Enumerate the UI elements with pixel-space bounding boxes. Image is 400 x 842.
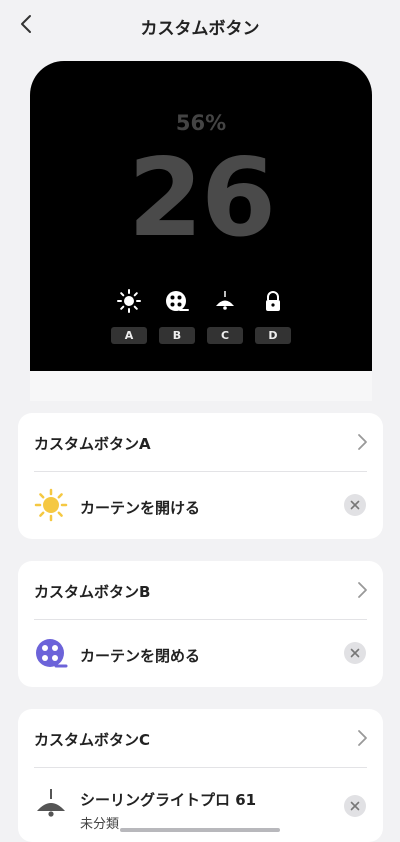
remove-button[interactable] — [344, 494, 366, 516]
action-label: カーテンを閉める — [80, 647, 201, 665]
reel-icon — [165, 289, 189, 313]
card-title: カスタムボタンB — [34, 583, 151, 601]
remove-button[interactable] — [344, 795, 366, 817]
chevron-right-icon — [358, 434, 367, 450]
chevron-right-icon — [358, 730, 367, 746]
divider — [34, 471, 367, 472]
divider — [34, 619, 367, 620]
key-label-c: C — [207, 327, 243, 344]
header: カスタムボタン — [0, 0, 400, 52]
device-preview: 56% 26 A B C D — [30, 61, 372, 401]
divider — [34, 767, 367, 768]
custom-button-card-b: カスタムボタンB カーテンを閉める — [18, 561, 383, 687]
ceiling-light-icon — [213, 289, 237, 313]
custom-button-c-header[interactable]: カスタムボタンC — [18, 709, 383, 767]
sun-icon — [34, 488, 68, 522]
device-name: シーリングライトプロ 61 — [80, 791, 257, 809]
key-label-b: B — [159, 327, 195, 344]
key-label-a: A — [111, 327, 147, 344]
battery-percentage: 56% — [175, 111, 227, 135]
device-category: 未分類 — [80, 817, 120, 832]
custom-button-card-c: カスタムボタンC シーリングライトプロ 61 未分類 — [18, 709, 383, 842]
ceiling-light-icon — [34, 787, 68, 821]
chevron-right-icon — [358, 582, 367, 598]
device-base — [30, 371, 372, 401]
close-icon — [350, 500, 360, 510]
lock-icon — [261, 289, 285, 313]
close-icon — [350, 801, 360, 811]
remove-button[interactable] — [344, 642, 366, 664]
reel-icon — [34, 636, 68, 670]
custom-button-b-header[interactable]: カスタムボタンB — [18, 561, 383, 619]
device-number: 26 — [127, 136, 276, 261]
page-title: カスタムボタン — [140, 19, 260, 39]
home-indicator — [120, 828, 280, 832]
action-label: カーテンを開ける — [80, 499, 201, 517]
custom-button-card-a: カスタムボタンA カーテンを開ける — [18, 413, 383, 539]
card-title: カスタムボタンC — [34, 731, 151, 749]
custom-button-a-header[interactable]: カスタムボタンA — [18, 413, 383, 471]
key-label-d: D — [255, 327, 291, 344]
device-screen: 56% 26 A B C D — [30, 61, 372, 371]
sun-icon — [117, 289, 141, 313]
device-icon-row — [113, 289, 293, 315]
card-title: カスタムボタンA — [34, 435, 151, 453]
close-icon — [350, 648, 360, 658]
